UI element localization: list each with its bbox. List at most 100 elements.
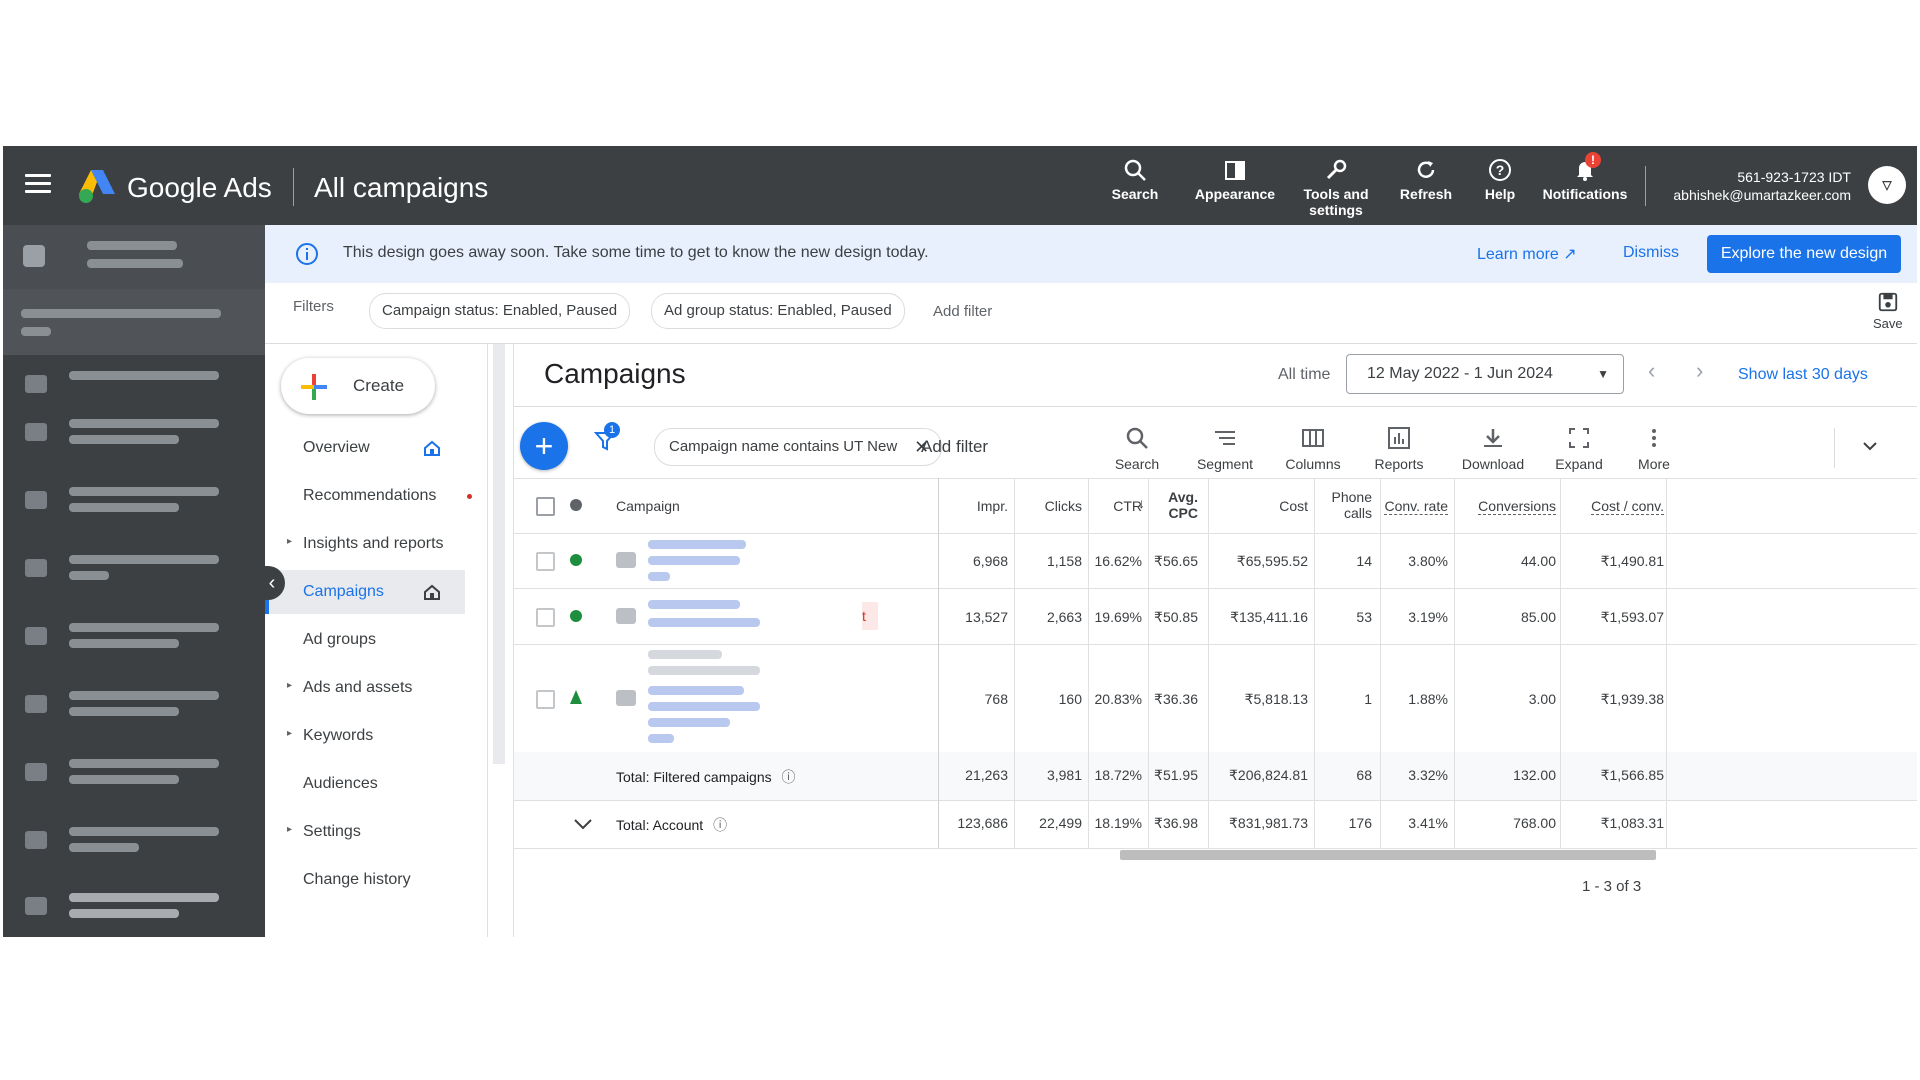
header-ctr[interactable]: CTR bbox=[1088, 498, 1142, 514]
learn-more-link[interactable]: Learn more ↗ bbox=[1477, 244, 1577, 264]
cell-cost: ₹5,818.13 bbox=[1244, 691, 1308, 707]
more-button[interactable]: More bbox=[1624, 426, 1684, 472]
header-avg-cpc[interactable]: ↓ Avg. CPC bbox=[1138, 489, 1198, 521]
nav-campaign-item[interactable] bbox=[19, 687, 249, 731]
select-all-checkbox[interactable] bbox=[536, 497, 555, 516]
header-phone-calls[interactable]: Phone calls bbox=[1314, 489, 1372, 521]
table-row[interactable]: 768 160 20.83% ₹36.36 ₹5,818.13 1 1.88% … bbox=[514, 644, 1917, 753]
caret-right-icon: ▸ bbox=[287, 728, 293, 739]
create-button[interactable]: Create bbox=[281, 358, 435, 414]
blurred-text bbox=[69, 827, 219, 836]
column-divider bbox=[1380, 478, 1381, 848]
expand-button[interactable]: Expand bbox=[1544, 426, 1614, 472]
menu-item-label: Insights and reports bbox=[303, 535, 444, 552]
enabled-status-icon[interactable] bbox=[570, 554, 582, 566]
row-checkbox[interactable] bbox=[536, 690, 555, 709]
menu-item-overview[interactable]: Overview bbox=[265, 426, 465, 470]
date-range-picker[interactable]: 12 May 2022 - 1 Jun 2024 ▼ bbox=[1346, 354, 1624, 394]
campaign-name-filter-chip[interactable]: Campaign name contains UT New ✕ bbox=[654, 428, 943, 466]
menu-item-audiences[interactable]: Audiences bbox=[265, 762, 465, 806]
row-checkbox[interactable] bbox=[536, 552, 555, 571]
table-search-button[interactable]: Search bbox=[1102, 426, 1172, 472]
search-button[interactable]: Search bbox=[1103, 158, 1167, 202]
nav-campaign-item[interactable] bbox=[19, 889, 249, 933]
help-icon[interactable]: ⓘ bbox=[782, 769, 796, 785]
next-period-icon[interactable]: › bbox=[1696, 358, 1703, 384]
blurred-text bbox=[69, 623, 219, 632]
explore-new-design-button[interactable]: Explore the new design bbox=[1707, 235, 1901, 273]
appearance-button[interactable]: Appearance bbox=[1187, 158, 1283, 202]
header-conv-rate[interactable]: Conv. rate bbox=[1380, 498, 1448, 515]
account-info[interactable]: 561-923-1723 IDT abhishek@umartazkeer.co… bbox=[1673, 168, 1851, 204]
filter-button[interactable]: 1 bbox=[593, 422, 620, 457]
menu-item-change-history[interactable]: Change history bbox=[265, 858, 465, 888]
cell-clicks: 3,981 bbox=[1046, 767, 1082, 783]
previous-period-icon[interactable]: ‹ bbox=[1648, 358, 1655, 384]
add-filter-link[interactable]: Add filter bbox=[921, 437, 988, 457]
nav-campaign-item[interactable] bbox=[19, 367, 249, 411]
chevron-down-icon[interactable] bbox=[572, 814, 594, 834]
header-cost[interactable]: Cost bbox=[1214, 498, 1308, 514]
nav-campaign-item[interactable] bbox=[19, 619, 249, 663]
avatar[interactable]: ▽ bbox=[1868, 166, 1906, 204]
enabled-status-icon[interactable] bbox=[570, 610, 582, 622]
nav-scope-selector[interactable] bbox=[3, 225, 265, 289]
ad-group-status-filter-chip[interactable]: Ad group status: Enabled, Paused bbox=[651, 293, 905, 329]
refresh-button[interactable]: Refresh bbox=[1391, 158, 1461, 202]
header-conversions[interactable]: Conversions bbox=[1454, 498, 1556, 515]
menu-scrollbar[interactable] bbox=[493, 344, 505, 764]
chevron-down-icon[interactable] bbox=[1860, 436, 1880, 456]
download-button[interactable]: Download bbox=[1454, 426, 1532, 472]
add-filter-link[interactable]: Add filter bbox=[933, 303, 992, 320]
menu-item-ads-assets[interactable]: ▸ Ads and assets bbox=[265, 666, 465, 710]
row-checkbox[interactable] bbox=[536, 608, 555, 627]
column-divider bbox=[1014, 478, 1015, 848]
nav-campaign-item[interactable] bbox=[19, 551, 249, 595]
header-clicks[interactable]: Clicks bbox=[1014, 498, 1082, 514]
total-account-row: Total: Account ⓘ 123,686 22,499 18.19% ₹… bbox=[514, 800, 1917, 849]
menu-item-campaigns[interactable]: Campaigns bbox=[265, 570, 465, 614]
table-row[interactable]: 6,968 1,158 16.62% ₹56.65 ₹65,595.52 14 … bbox=[514, 532, 1917, 589]
save-filter-button[interactable]: Save bbox=[1873, 291, 1903, 331]
dismiss-button[interactable]: Dismiss bbox=[1623, 244, 1679, 262]
campaign-type-icon bbox=[25, 695, 47, 713]
limited-status-icon[interactable] bbox=[569, 689, 583, 705]
save-icon bbox=[1878, 292, 1897, 312]
view-all-campaigns[interactable] bbox=[3, 289, 265, 355]
status-column-icon[interactable] bbox=[570, 499, 582, 511]
header-cost-conv[interactable]: Cost / conv. bbox=[1560, 498, 1664, 515]
blurred-campaign-name[interactable] bbox=[648, 540, 746, 549]
tools-settings-button[interactable]: Tools and settings bbox=[1291, 158, 1381, 218]
menu-item-settings[interactable]: ▸ Settings bbox=[265, 810, 465, 854]
menu-icon[interactable] bbox=[25, 174, 51, 194]
add-campaign-button[interactable]: + bbox=[520, 422, 568, 470]
show-last-30-days-link[interactable]: Show last 30 days bbox=[1738, 366, 1868, 384]
menu-item-ad-groups[interactable]: Ad groups bbox=[265, 618, 465, 662]
columns-button[interactable]: Columns bbox=[1278, 426, 1348, 472]
nav-campaign-item[interactable] bbox=[19, 823, 249, 867]
header-impr[interactable]: Impr. bbox=[924, 498, 1008, 514]
campaign-status-filter-chip[interactable]: Campaign status: Enabled, Paused bbox=[369, 293, 631, 329]
menu-item-recommendations[interactable]: Recommendations bbox=[265, 474, 472, 518]
nav-campaign-item[interactable] bbox=[19, 483, 249, 527]
menu-item-insights-reports[interactable]: ▸ Insights and reports bbox=[265, 522, 465, 566]
horizontal-scrollbar[interactable] bbox=[1120, 850, 1656, 860]
segment-button[interactable]: Segment bbox=[1190, 426, 1260, 472]
nav-campaign-item[interactable] bbox=[19, 415, 249, 459]
blurred-text bbox=[69, 639, 179, 648]
refresh-icon bbox=[1417, 161, 1435, 178]
warning-badge[interactable]: t bbox=[862, 602, 878, 630]
menu-item-keywords[interactable]: ▸ Keywords bbox=[265, 714, 465, 758]
blurred-campaign-name[interactable] bbox=[648, 600, 740, 609]
blurred-campaign-name bbox=[648, 572, 670, 581]
cell-phone-calls: 1 bbox=[1364, 691, 1372, 707]
reports-button[interactable]: Reports bbox=[1364, 426, 1434, 472]
cell-impr: 768 bbox=[984, 691, 1008, 707]
nav-campaign-item[interactable] bbox=[19, 755, 249, 799]
help-icon[interactable]: ⓘ bbox=[713, 817, 727, 833]
notifications-button[interactable]: Notifications ! bbox=[1539, 152, 1631, 202]
help-button[interactable]: ? Help bbox=[1475, 158, 1525, 202]
table-row[interactable]: t 13,527 2,663 19.69% ₹50.85 ₹135,411.16… bbox=[514, 588, 1917, 645]
blurred-campaign-name[interactable] bbox=[648, 686, 744, 695]
header-campaign[interactable]: Campaign bbox=[616, 498, 680, 514]
